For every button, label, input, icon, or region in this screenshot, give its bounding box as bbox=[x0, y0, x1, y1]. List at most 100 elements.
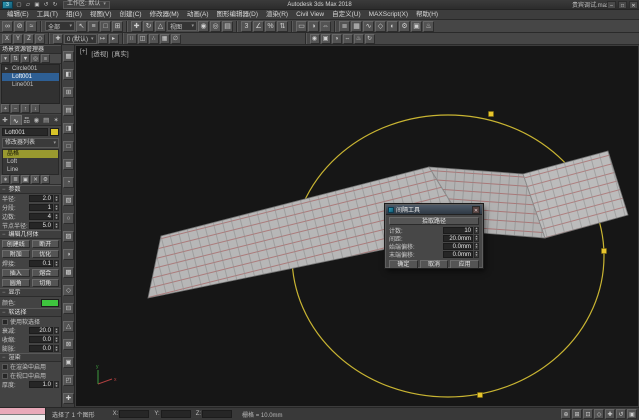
keyboard-shortcut-override-icon[interactable]: ▤ bbox=[222, 21, 233, 32]
cancel-button[interactable]: 取消 bbox=[420, 260, 449, 269]
redo-icon[interactable]: ↻ bbox=[51, 1, 59, 9]
tab-modify[interactable]: ∿ bbox=[10, 115, 22, 125]
panel-button[interactable]: 圆角 bbox=[2, 279, 30, 287]
vertical-tool-icon[interactable]: ▦ bbox=[63, 51, 74, 62]
parameter-value-field[interactable]: 0.0 bbox=[29, 345, 53, 352]
spinner-arrows[interactable]: ▴▾ bbox=[54, 222, 59, 229]
panel-button[interactable]: 熔合 bbox=[32, 269, 60, 277]
menu-group[interactable]: 组(G) bbox=[62, 10, 86, 20]
remove-modifier-icon[interactable]: ✕ bbox=[31, 175, 40, 184]
spinner-down-icon[interactable]: ▾ bbox=[476, 246, 478, 249]
rectangular-selection-region-icon[interactable]: □ bbox=[100, 21, 111, 32]
render-last-icon[interactable]: ↻ bbox=[365, 34, 375, 44]
spinner-arrows[interactable]: ▴▾ bbox=[474, 235, 479, 242]
spacing-tool-icon[interactable]: ∴ bbox=[149, 34, 159, 44]
vertical-tool-icon[interactable]: ⊟ bbox=[63, 303, 74, 314]
axis-constraint-plane-icon[interactable]: ◇ bbox=[35, 34, 45, 44]
clone-and-align-icon[interactable]: ▦ bbox=[160, 34, 170, 44]
select-and-manipulate-icon[interactable]: ◎ bbox=[210, 21, 221, 32]
spinner-down-icon[interactable]: ▾ bbox=[476, 254, 478, 257]
vertical-tool-icon[interactable]: ◇ bbox=[63, 285, 74, 296]
maxscript-mini-listener[interactable] bbox=[0, 408, 46, 420]
menu-graph-editors[interactable]: 图形编辑器(D) bbox=[213, 10, 263, 20]
vertical-tool-icon[interactable]: ◧ bbox=[63, 69, 74, 80]
ok-button[interactable]: 确定 bbox=[389, 260, 418, 269]
spinner-arrows[interactable]: ▴▾ bbox=[54, 381, 59, 388]
coordinate-field[interactable] bbox=[202, 410, 232, 418]
coordinate-field[interactable] bbox=[161, 410, 191, 418]
mirror-tool-icon[interactable]: ◑ bbox=[332, 34, 342, 44]
spinner-snap-toggle-icon[interactable]: ⇅ bbox=[277, 21, 288, 32]
spinner-down-icon[interactable]: ▾ bbox=[476, 230, 478, 233]
align-icon[interactable]: ⇔ bbox=[320, 21, 331, 32]
vertical-tool-icon[interactable]: ◑ bbox=[63, 249, 74, 260]
object-name-field[interactable]: Loft001 bbox=[2, 128, 48, 136]
spinner-arrows[interactable]: ▴▾ bbox=[54, 327, 59, 334]
menu-create[interactable]: 创建(C) bbox=[116, 10, 146, 20]
pan-view-icon[interactable]: ✚ bbox=[605, 409, 615, 419]
create-new-layer-icon[interactable]: ✚ bbox=[53, 34, 63, 44]
field-of-view-icon[interactable]: ◇ bbox=[594, 409, 604, 419]
vertical-tool-icon[interactable]: ⊠ bbox=[63, 339, 74, 350]
tab-hierarchy[interactable]: 品 bbox=[22, 115, 32, 125]
checkbox[interactable] bbox=[2, 319, 8, 325]
parameter-value-field[interactable]: 0.1 bbox=[29, 260, 53, 267]
dialog-value-field[interactable]: 0.0mm bbox=[443, 251, 473, 258]
panel-button[interactable]: 附加 bbox=[2, 250, 30, 258]
select-by-name-icon[interactable]: ≡ bbox=[88, 21, 99, 32]
vertical-tool-icon[interactable]: ▥ bbox=[63, 159, 74, 170]
list-item[interactable] bbox=[2, 97, 59, 104]
percent-snap-toggle-icon[interactable]: % bbox=[265, 21, 276, 32]
pick-path-button[interactable]: 拾取路径 bbox=[389, 217, 479, 225]
tab-display[interactable]: ▤ bbox=[41, 115, 51, 125]
modifier-stack-item[interactable]: 晶格 bbox=[3, 150, 58, 158]
explorer-sort-icon[interactable]: ⇅ bbox=[11, 54, 20, 63]
quick-render-icon[interactable]: ♨ bbox=[354, 34, 364, 44]
spinner-arrows[interactable]: ▴▾ bbox=[54, 345, 59, 352]
vertex-handle[interactable] bbox=[489, 112, 494, 117]
checkbox[interactable] bbox=[2, 373, 8, 379]
spinner-down-icon[interactable]: ▾ bbox=[56, 385, 58, 388]
modifier-stack-item[interactable]: Loft bbox=[3, 158, 58, 166]
apply-button[interactable]: 应用 bbox=[450, 260, 479, 269]
snaps-toggle-icon[interactable]: 3 bbox=[241, 21, 252, 32]
spinner-arrows[interactable]: ▴▾ bbox=[54, 336, 59, 343]
tab-motion[interactable]: ◉ bbox=[31, 115, 41, 125]
viewport[interactable]: [+] [透视] [真实] bbox=[75, 45, 639, 407]
spinner-arrows[interactable]: ▴▾ bbox=[54, 195, 59, 202]
rollout-header[interactable]: −渲染 bbox=[0, 353, 61, 362]
viewport-shading-label[interactable]: [真实] bbox=[112, 48, 129, 58]
dialog-value-field[interactable]: 20.0mm bbox=[443, 235, 473, 242]
spinner-down-icon[interactable]: ▾ bbox=[56, 199, 58, 202]
new-scene-icon[interactable]: ▢ bbox=[15, 1, 23, 9]
vertex-handle[interactable] bbox=[478, 393, 483, 398]
coordinate-field[interactable] bbox=[119, 410, 149, 418]
spinner-arrows[interactable]: ▴▾ bbox=[54, 260, 59, 267]
axis-constraint-z-icon[interactable]: Z bbox=[24, 34, 34, 44]
panel-button[interactable]: 插入 bbox=[2, 269, 30, 277]
zoom-extents-icon[interactable]: ⊡ bbox=[583, 409, 593, 419]
vertical-tool-icon[interactable]: ▤ bbox=[63, 105, 74, 116]
color-swatch[interactable] bbox=[41, 299, 59, 307]
viewport-view-label[interactable]: [透视] bbox=[91, 48, 108, 58]
menu-help[interactable]: 帮助(H) bbox=[412, 10, 442, 20]
spinner-arrows[interactable]: ▴▾ bbox=[474, 227, 479, 234]
checkbox-row[interactable]: 在视口中启用 bbox=[0, 371, 61, 380]
explorer-down-icon[interactable]: ↓ bbox=[31, 104, 40, 113]
macro-recorder-line[interactable] bbox=[0, 408, 45, 415]
vertical-tool-icon[interactable]: ▨ bbox=[63, 231, 74, 242]
vertex-handle[interactable] bbox=[602, 249, 607, 254]
zoom-all-icon[interactable]: ⊞ bbox=[572, 409, 582, 419]
vertical-tool-icon[interactable]: ◨ bbox=[63, 123, 74, 134]
use-pivot-point-center-icon[interactable]: ◉ bbox=[198, 21, 209, 32]
tab-create[interactable]: ✚ bbox=[0, 115, 10, 125]
make-unique-icon[interactable]: ▣ bbox=[21, 175, 30, 184]
window-crossing-toggle-icon[interactable]: ⊞ bbox=[112, 21, 123, 32]
bind-to-space-warp-icon[interactable]: ≈ bbox=[26, 21, 37, 32]
panel-button[interactable]: 创建线 bbox=[2, 240, 30, 248]
configure-modifier-sets-icon[interactable]: ⚙ bbox=[41, 175, 50, 184]
spinner-down-icon[interactable]: ▾ bbox=[56, 340, 58, 343]
reference-coordinate-system-dropdown[interactable]: 视图▾ bbox=[167, 21, 197, 31]
panel-button[interactable]: 断开 bbox=[32, 240, 60, 248]
viewport-menu-label[interactable]: [+] bbox=[80, 48, 87, 58]
